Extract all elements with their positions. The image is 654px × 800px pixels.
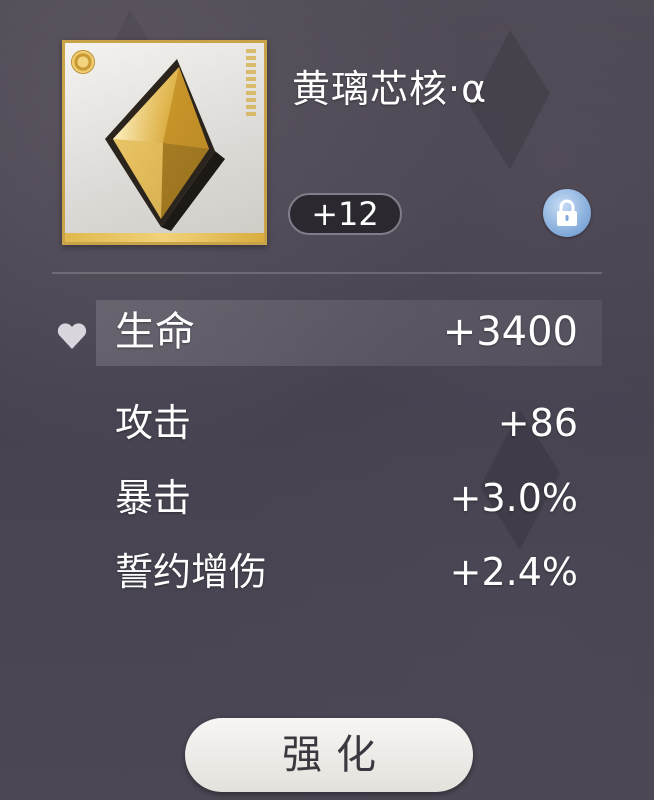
- main-stat-value: +3400: [442, 309, 578, 355]
- sub-stat-value: +86: [497, 401, 578, 445]
- item-name: 黄璃芯核·α: [292, 67, 488, 111]
- lock-button[interactable]: [543, 189, 591, 237]
- main-stat-label: 生命: [115, 309, 195, 355]
- sub-stat-label: 攻击: [115, 401, 192, 445]
- enhance-button[interactable]: 强化: [185, 718, 473, 792]
- heart-icon: [57, 323, 87, 349]
- card-rarity-bar: [65, 233, 264, 242]
- sub-stat-value: +2.4%: [449, 550, 578, 594]
- sub-stat-label: 誓约增伤: [115, 550, 268, 594]
- sub-stat-label: 暴击: [115, 476, 192, 520]
- sub-stat-value: +3.0%: [449, 476, 578, 520]
- section-divider: [52, 272, 602, 274]
- item-level-badge: +12: [288, 193, 402, 235]
- lock-icon: [557, 199, 577, 226]
- item-card-image: [62, 40, 267, 245]
- gold-crystal-core-icon: [105, 59, 225, 231]
